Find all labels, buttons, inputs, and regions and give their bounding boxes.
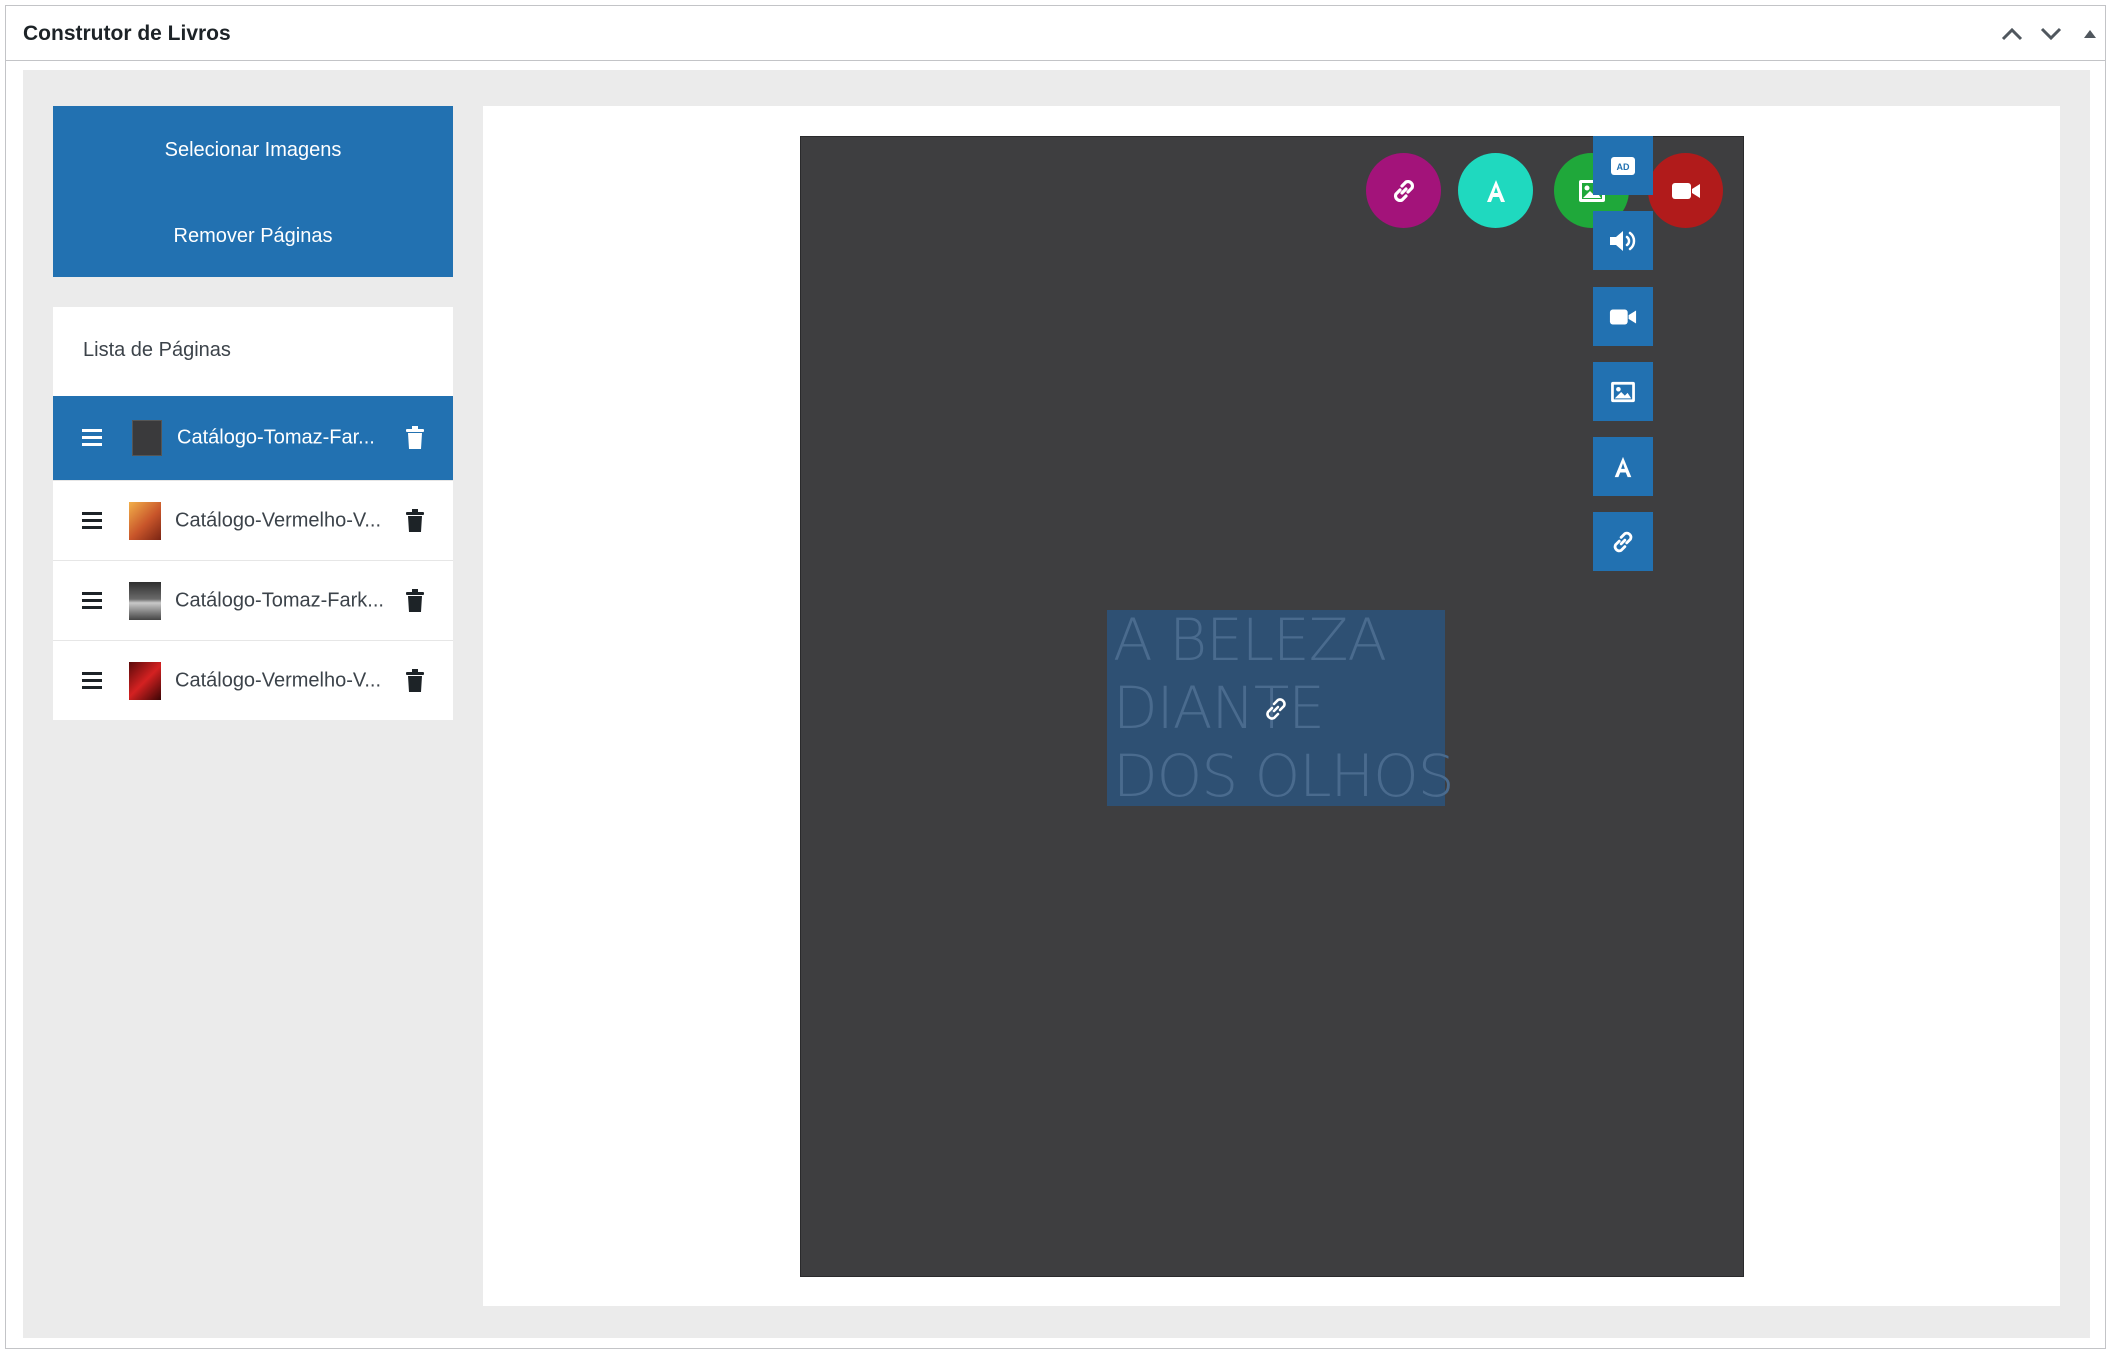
page-label: Catálogo-Tomaz-Far... xyxy=(177,426,375,449)
page-label: Catálogo-Vermelho-V... xyxy=(175,669,382,691)
text-line-2: DIANTE xyxy=(1113,674,1325,742)
text-line-3: DOS OLHOS xyxy=(1113,742,1455,810)
add-video-tool[interactable] xyxy=(1593,287,1653,346)
actions-panel: Selecionar Imagens Remover Páginas xyxy=(53,106,453,277)
drag-handle-icon[interactable] xyxy=(82,671,102,690)
add-link-button[interactable] xyxy=(1366,153,1441,228)
drag-handle-icon[interactable] xyxy=(82,511,102,530)
select-images-button[interactable]: Selecionar Imagens xyxy=(53,118,453,182)
trash-icon[interactable] xyxy=(405,668,425,693)
book-builder-panel: Construtor de Livros Selecionar Imagens … xyxy=(5,5,2106,1349)
page-thumbnail xyxy=(129,661,161,700)
collapse-toggle-icon[interactable] xyxy=(2076,20,2104,48)
page-label: Catálogo-Vermelho-V... xyxy=(175,509,382,531)
add-video-button[interactable] xyxy=(1648,153,1723,228)
page-item-1[interactable]: Catálogo-Tomaz-Far... xyxy=(53,396,453,480)
add-text-button[interactable] xyxy=(1458,153,1533,228)
add-audio-tool[interactable] xyxy=(1593,211,1653,270)
drag-handle-icon[interactable] xyxy=(82,429,102,447)
pages-list-title: Lista de Páginas xyxy=(83,339,231,361)
page-thumbnail xyxy=(129,581,161,620)
audio-icon xyxy=(1610,230,1636,251)
text-element[interactable]: A BELEZA DIANTE DOS OLHOS xyxy=(1107,606,1455,810)
trash-icon[interactable] xyxy=(405,426,425,450)
add-text-tool[interactable] xyxy=(1593,437,1653,496)
chevron-down-icon[interactable] xyxy=(2037,20,2065,48)
page-label: Catálogo-Tomaz-Fark... xyxy=(175,589,384,611)
trash-icon[interactable] xyxy=(405,588,425,613)
text-line-1: A BELEZA xyxy=(1113,606,1387,674)
link-icon xyxy=(1613,531,1633,552)
editor-stage: A BELEZA DIANTE DOS OLHOS AD xyxy=(483,106,2060,1306)
text-icon xyxy=(1486,179,1505,202)
svg-text:AD: AD xyxy=(1617,162,1630,172)
page-item-2[interactable]: Catálogo-Vermelho-V... xyxy=(53,480,453,560)
add-link-tool[interactable] xyxy=(1593,512,1653,571)
panel-title: Construtor de Livros xyxy=(23,22,231,45)
pages-list: Lista de Páginas Catálogo-Tomaz-Far... C… xyxy=(53,307,453,720)
link-icon xyxy=(1393,179,1414,202)
video-icon xyxy=(1609,309,1637,324)
add-ad-tool[interactable]: AD xyxy=(1593,136,1653,195)
trash-icon[interactable] xyxy=(405,508,425,533)
drag-handle-icon[interactable] xyxy=(82,591,102,610)
page-thumbnail xyxy=(129,501,161,540)
page-thumbnail xyxy=(132,420,162,456)
panel-header: Construtor de Livros xyxy=(6,6,2105,61)
panel-body: Selecionar Imagens Remover Páginas Lista… xyxy=(23,70,2090,1338)
link-icon[interactable] xyxy=(1261,694,1291,724)
page-item-3[interactable]: Catálogo-Tomaz-Fark... xyxy=(53,560,453,640)
add-image-tool[interactable] xyxy=(1593,362,1653,421)
ad-icon: AD xyxy=(1611,156,1635,175)
image-icon xyxy=(1611,381,1635,402)
text-icon xyxy=(1614,456,1632,477)
video-icon xyxy=(1671,182,1700,199)
chevron-up-icon[interactable] xyxy=(1998,20,2026,48)
page-item-4[interactable]: Catálogo-Vermelho-V... xyxy=(53,640,453,720)
remove-pages-button[interactable]: Remover Páginas xyxy=(53,204,453,268)
